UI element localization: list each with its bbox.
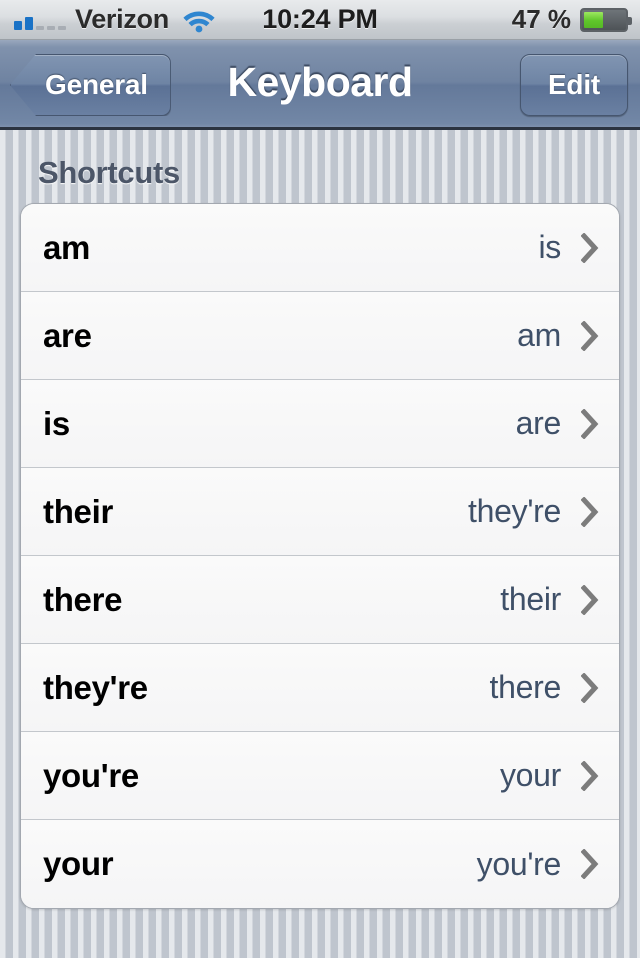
- battery-icon: [580, 8, 628, 32]
- chevron-right-icon: [581, 409, 599, 439]
- chevron-right-icon: [581, 585, 599, 615]
- chevron-right-icon: [581, 321, 599, 351]
- shortcut-row-right: is: [538, 229, 599, 266]
- chevron-right-icon: [581, 233, 599, 263]
- shortcuts-table: am is are am is are their they're there their they…: [20, 203, 620, 909]
- shortcut-abbreviation: you're: [477, 846, 561, 883]
- shortcut-abbreviation: there: [490, 669, 561, 706]
- table-row[interactable]: there their: [21, 556, 619, 644]
- iphone-settings-screen: Verizon 10:24 PM 47 % General Keyboard E…: [0, 0, 640, 958]
- status-bar-right: 47 %: [512, 4, 628, 35]
- section-header-shortcuts: Shortcuts: [38, 155, 640, 191]
- shortcut-phrase: you're: [43, 757, 139, 795]
- shortcut-phrase: their: [43, 493, 113, 531]
- shortcut-abbreviation: your: [500, 757, 561, 794]
- shortcut-abbreviation: they're: [468, 493, 561, 530]
- table-row[interactable]: am is: [21, 204, 619, 292]
- shortcut-row-right: are: [516, 405, 599, 442]
- shortcut-phrase: am: [43, 229, 90, 267]
- shortcut-row-right: you're: [477, 846, 599, 883]
- chevron-right-icon: [581, 761, 599, 791]
- shortcut-row-right: their: [500, 581, 599, 618]
- shortcut-abbreviation: are: [516, 405, 561, 442]
- table-row[interactable]: your you're: [21, 820, 619, 908]
- shortcut-row-right: your: [500, 757, 599, 794]
- table-row[interactable]: their they're: [21, 468, 619, 556]
- shortcut-abbreviation: their: [500, 581, 561, 618]
- table-row[interactable]: are am: [21, 292, 619, 380]
- shortcut-phrase: are: [43, 317, 92, 355]
- edit-button-label: Edit: [548, 69, 600, 101]
- shortcut-phrase: is: [43, 405, 70, 443]
- shortcut-abbreviation: is: [538, 229, 561, 266]
- chevron-right-icon: [581, 497, 599, 527]
- shortcut-phrase: your: [43, 845, 113, 883]
- table-row[interactable]: is are: [21, 380, 619, 468]
- shortcut-row-right: am: [517, 317, 599, 354]
- battery-percentage-label: 47 %: [512, 4, 571, 35]
- edit-button[interactable]: Edit: [520, 54, 628, 116]
- navigation-bar: General Keyboard Edit: [0, 40, 640, 130]
- status-bar: Verizon 10:24 PM 47 %: [0, 0, 640, 40]
- shortcut-abbreviation: am: [517, 317, 561, 354]
- shortcut-row-right: they're: [468, 493, 599, 530]
- shortcut-phrase: they're: [43, 669, 148, 707]
- settings-content: Shortcuts am is are am is are their they're ther…: [0, 133, 640, 958]
- shortcut-row-right: there: [490, 669, 599, 706]
- table-row[interactable]: they're there: [21, 644, 619, 732]
- table-row[interactable]: you're your: [21, 732, 619, 820]
- chevron-right-icon: [581, 849, 599, 879]
- chevron-right-icon: [581, 673, 599, 703]
- shortcut-phrase: there: [43, 581, 122, 619]
